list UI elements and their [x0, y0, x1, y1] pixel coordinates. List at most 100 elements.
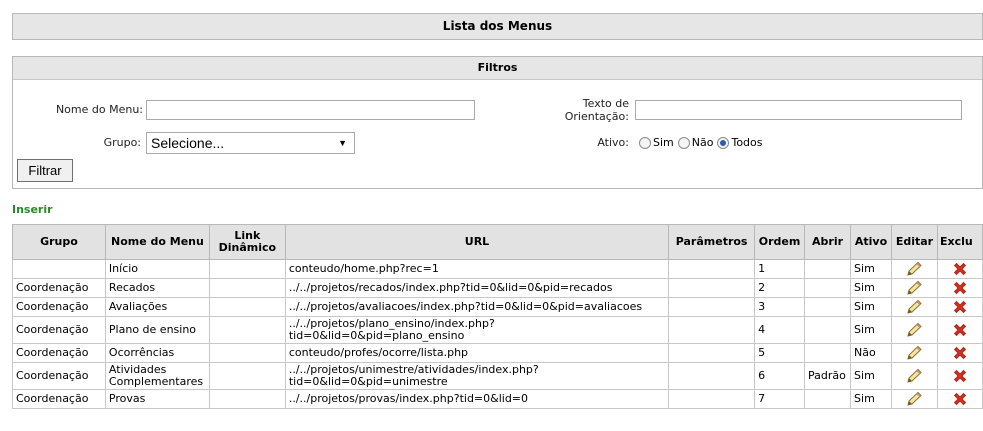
filters-panel: Filtros Nome do Menu: Texto de Orientaçã… — [12, 56, 983, 189]
col-header-editar: Editar — [891, 224, 938, 260]
edit-button[interactable] — [891, 389, 938, 409]
pencil-icon — [907, 322, 923, 337]
table-row: Coordenação Recados ../../projetos/recados… — [12, 278, 983, 298]
table-row: Início conteudo/home.php?rec=1 1 Sim — [12, 259, 983, 279]
cell-grupo: Coordenação — [12, 278, 106, 298]
cell-url: ../../projetos/avaliacoes/index.php?tid=… — [284, 297, 670, 317]
delete-button[interactable] — [936, 297, 983, 317]
red-x-delete-icon — [953, 369, 967, 383]
edit-button[interactable] — [891, 297, 938, 317]
cell-grupo: Coordenação — [12, 362, 106, 390]
radio-selected-icon — [717, 136, 730, 149]
insert-link[interactable]: Inserir — [12, 203, 53, 216]
active-radio-todos[interactable]: Todos — [717, 136, 763, 149]
cell-ordem: 1 — [754, 259, 806, 279]
cell-abrir — [804, 316, 852, 344]
cell-abrir — [804, 278, 852, 298]
cell-abrir — [804, 259, 852, 279]
active-radio-nao[interactable]: Não — [677, 136, 713, 149]
filters-heading: Filtros — [13, 57, 982, 80]
cell-nome-menu: Avaliações — [104, 297, 210, 317]
pencil-icon — [907, 345, 923, 360]
orientation-label-line1: Texto de — [582, 97, 629, 110]
active-radio-sim[interactable]: Sim — [639, 136, 674, 149]
cell-nome-menu: Ocorrências — [104, 343, 210, 363]
page-title: Lista dos Menus — [12, 13, 983, 40]
group-select[interactable]: Selecione... ▼ — [146, 132, 355, 154]
cell-url: conteudo/home.php?rec=1 — [284, 259, 670, 279]
active-label: Ativo: — [597, 136, 629, 149]
col-header-parametros[interactable]: Parâmetros — [668, 224, 756, 260]
pencil-icon — [907, 391, 923, 406]
table-header-row: Grupo Nome do Menu Link Dinâmico URL Par… — [12, 224, 983, 260]
cell-ativo: Sim — [850, 259, 892, 279]
cell-grupo: Coordenação — [12, 389, 106, 409]
cell-link-dinamico — [208, 362, 286, 390]
cell-link-dinamico — [208, 389, 286, 409]
cell-abrir — [804, 343, 852, 363]
active-radio-group: Sim Não Todos — [639, 136, 765, 149]
edit-button[interactable] — [891, 278, 938, 298]
delete-button[interactable] — [936, 389, 983, 409]
cell-link-dinamico — [208, 278, 286, 298]
col-header-link-dinamico[interactable]: Link Dinâmico — [208, 224, 286, 260]
orientation-text-input[interactable] — [635, 100, 962, 120]
cell-parametros — [668, 343, 756, 363]
cell-abrir — [804, 389, 852, 409]
cell-ativo: Sim — [850, 362, 892, 390]
cell-parametros — [668, 389, 756, 409]
cell-url: ../../projetos/unimestre/atividades/inde… — [284, 362, 670, 390]
col-header-ativo[interactable]: Ativo — [850, 224, 892, 260]
edit-button[interactable] — [891, 259, 938, 279]
pencil-icon — [907, 261, 923, 276]
col-header-nome[interactable]: Nome do Menu — [104, 224, 210, 260]
edit-button[interactable] — [891, 362, 938, 390]
col-header-abrir[interactable]: Abrir — [804, 224, 852, 260]
edit-button[interactable] — [891, 316, 938, 344]
col-header-excluir: Exclu — [936, 224, 983, 260]
cell-ativo: Sim — [850, 297, 892, 317]
cell-nome-menu: Provas — [104, 389, 210, 409]
cell-ativo: Sim — [850, 278, 892, 298]
cell-parametros — [668, 362, 756, 390]
cell-link-dinamico — [208, 259, 286, 279]
menus-table: Grupo Nome do Menu Link Dinâmico URL Par… — [12, 224, 983, 409]
cell-nome-menu: Plano de ensino — [104, 316, 210, 344]
red-x-delete-icon — [953, 262, 967, 276]
cell-parametros — [668, 316, 756, 344]
col-header-ordem[interactable]: Ordem — [754, 224, 806, 260]
delete-button[interactable] — [936, 278, 983, 298]
cell-nome-menu: Início — [104, 259, 210, 279]
edit-button[interactable] — [891, 343, 938, 363]
delete-button[interactable] — [936, 362, 983, 390]
group-selected-value: Selecione... — [151, 135, 225, 151]
cell-ativo: Sim — [850, 389, 892, 409]
col-header-url[interactable]: URL — [284, 224, 670, 260]
pencil-icon — [907, 368, 923, 383]
chevron-down-icon: ▼ — [338, 138, 347, 148]
delete-button[interactable] — [936, 259, 983, 279]
cell-abrir — [804, 297, 852, 317]
cell-nome-menu: Recados — [104, 278, 210, 298]
cell-abrir: Padrão — [804, 362, 852, 390]
orientation-label-line2: Orientação: — [564, 110, 629, 123]
red-x-delete-icon — [953, 346, 967, 360]
table-row: Coordenação Plano de ensino ../../projetos… — [12, 316, 983, 344]
cell-link-dinamico — [208, 343, 286, 363]
menu-name-input[interactable] — [146, 100, 475, 120]
cell-ordem: 6 — [754, 362, 806, 390]
cell-grupo: Coordenação — [12, 316, 106, 344]
table-row: Coordenação Atividades Complementares ../.… — [12, 362, 983, 390]
cell-nome-menu: Atividades Complementares — [104, 362, 210, 390]
cell-grupo: Coordenação — [12, 343, 106, 363]
cell-ativo: Sim — [850, 316, 892, 344]
col-header-grupo[interactable]: Grupo — [12, 224, 106, 260]
delete-button[interactable] — [936, 343, 983, 363]
cell-url: ../../projetos/provas/index.php?tid=0&li… — [284, 389, 670, 409]
radio-icon — [639, 136, 651, 149]
filter-button[interactable]: Filtrar — [17, 159, 73, 182]
cell-grupo — [12, 259, 106, 279]
cell-grupo: Coordenação — [12, 297, 106, 317]
delete-button[interactable] — [936, 316, 983, 344]
cell-link-dinamico — [208, 297, 286, 317]
